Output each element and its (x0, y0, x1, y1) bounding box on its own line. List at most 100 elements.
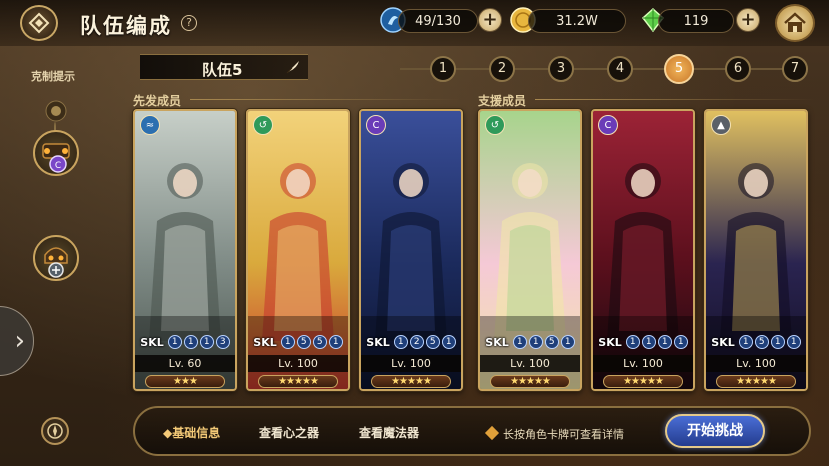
star-rating: ★★★★★ (258, 375, 338, 388)
skill-level-badge: 1 (512, 335, 527, 349)
team-tab-1[interactable]: 1 (430, 56, 456, 82)
character-card[interactable]: ↺ SKL 1 5 5 1 Lv. 100 ★★★★★ (246, 109, 350, 391)
character-level: Lv. 100 (480, 355, 580, 372)
wind-element-icon: ↺ (485, 115, 505, 135)
character-level: Lv. 100 (248, 355, 348, 372)
gold-value: 31.2W (556, 13, 598, 29)
character-level: Lv. 60 (135, 355, 235, 372)
skill-level-badge: 5 (544, 335, 559, 349)
skill-label: SKL (598, 335, 622, 349)
skill-label: SKL (711, 335, 735, 349)
skill-levels: SKL 1 1 1 3 (135, 333, 235, 351)
skill-level-badge: 1 (328, 335, 343, 349)
chevron-right-icon: › (14, 326, 25, 356)
character-level: Lv. 100 (361, 355, 461, 372)
tab-magic-artifact[interactable]: 查看魔法器 (359, 424, 419, 441)
skill-levels: SKL 1 1 5 1 (480, 333, 580, 351)
star-rating: ★★★★★ (371, 375, 451, 388)
skill-levels: SKL 1 5 5 1 (248, 333, 348, 351)
hint-sun-icon (45, 100, 67, 122)
dark-element-icon: C (598, 115, 618, 135)
character-card[interactable]: ▲ SKL 1 5 1 1 Lv. 100 ★★★★★ (704, 109, 808, 391)
character-card[interactable]: ≈ SKL 1 1 1 3 Lv. 60 ★★★ (133, 109, 237, 391)
back-button[interactable] (20, 5, 58, 41)
help-icon[interactable]: ? (181, 15, 197, 31)
skill-level-badge: 1 (441, 335, 456, 349)
skill-level-badge: 2 (409, 335, 424, 349)
light-element-icon: ▲ (711, 115, 731, 135)
left-expand-button[interactable]: › (0, 306, 34, 376)
starters-label: 先发成员 (133, 94, 182, 108)
skill-levels: SKL 1 1 1 1 (593, 333, 693, 351)
top-bar: 队伍编成 ? 49/130 + 31.2W 119 + (0, 0, 829, 46)
support-divider (535, 99, 815, 100)
skill-level-badge: 1 (199, 335, 214, 349)
team-name-banner: 队伍5 (140, 54, 308, 80)
add-stamina-button[interactable]: + (478, 8, 502, 32)
skill-level-badge: 1 (625, 335, 640, 349)
long-press-hint: 长按角色卡牌可查看详情 (503, 428, 624, 441)
skill-levels: SKL 1 2 5 1 (361, 333, 461, 351)
home-icon (784, 12, 806, 32)
skill-level-badge: 1 (528, 335, 543, 349)
character-card[interactable]: C SKL 1 2 5 1 Lv. 100 ★★★★★ (359, 109, 463, 391)
team-tab-3[interactable]: 3 (548, 56, 574, 82)
character-card[interactable]: C SKL 1 1 1 1 Lv. 100 ★★★★★ (591, 109, 695, 391)
skill-level-badge: 1 (167, 335, 182, 349)
team-tab-4[interactable]: 4 (607, 56, 633, 82)
character-card[interactable]: ↺ SKL 1 1 5 1 Lv. 100 ★★★★★ (478, 109, 582, 391)
stamina-counter: 49/130 (398, 9, 478, 33)
skill-level-badge: 1 (393, 335, 408, 349)
skill-level-badge: 1 (560, 335, 575, 349)
team-tab-5[interactable]: 5 (664, 54, 694, 84)
tab-basic-info[interactable]: ◆基础信息 (163, 424, 220, 441)
skill-level-badge: 1 (183, 335, 198, 349)
skill-level-badge: 5 (425, 335, 440, 349)
skill-label: SKL (366, 335, 390, 349)
star-rating: ★★★★★ (603, 375, 683, 388)
wind-element-icon: ↺ (253, 115, 273, 135)
skill-level-badge: 1 (280, 335, 295, 349)
skill-level-badge: 1 (786, 335, 801, 349)
gem-value: 119 (683, 13, 709, 29)
team-name: 队伍5 (202, 61, 243, 79)
skill-label: SKL (253, 335, 277, 349)
skill-label: SKL (485, 335, 509, 349)
skill-level-badge: 5 (296, 335, 311, 349)
gem-counter: 119 (658, 9, 734, 33)
star-rating: ★★★ (145, 375, 225, 388)
hint-diamond-icon (484, 425, 500, 441)
team-tabs: 1 2 3 4 5 6 7 (396, 54, 816, 84)
hint-element-light-icon[interactable] (33, 235, 79, 281)
home-button[interactable] (775, 4, 815, 42)
star-rating: ★★★★★ (490, 375, 570, 388)
back-diamond-icon (28, 12, 50, 34)
start-challenge-button[interactable]: 开始挑战 (665, 414, 765, 448)
stamina-value: 49/130 (415, 13, 461, 29)
team-tab-6[interactable]: 6 (725, 56, 751, 82)
star-rating: ★★★★★ (716, 375, 796, 388)
skill-level-badge: 1 (673, 335, 688, 349)
gold-counter: 31.2W (528, 9, 626, 33)
skill-level-badge: 5 (312, 335, 327, 349)
skill-level-badge: 1 (641, 335, 656, 349)
skill-label: SKL (140, 335, 164, 349)
bottom-bar: ◆基础信息 查看心之器 查看魔法器 长按角色卡牌可查看详情 开始挑战 (133, 406, 811, 456)
screen: 队伍编成 ? 49/130 + 31.2W 119 + 克制提示 C › 队伍5… (0, 0, 829, 466)
tab-heart-artifact[interactable]: 查看心之器 (259, 424, 319, 441)
rename-feather-icon[interactable] (284, 58, 302, 76)
skill-level-badge: 1 (738, 335, 753, 349)
team-tab-2[interactable]: 2 (489, 56, 515, 82)
svg-text:C: C (55, 161, 61, 171)
starters-divider (190, 99, 460, 100)
skill-level-badge: 1 (657, 335, 672, 349)
compass-icon (47, 423, 63, 439)
add-gem-button[interactable]: + (736, 8, 760, 32)
water-element-icon: ≈ (140, 115, 160, 135)
formation-settings-button[interactable] (41, 417, 69, 445)
team-tab-7[interactable]: 7 (782, 56, 808, 82)
support-label: 支援成员 (478, 94, 527, 108)
hint-element-wind-icon[interactable]: C (33, 130, 79, 176)
character-level: Lv. 100 (593, 355, 693, 372)
skill-level-badge: 5 (754, 335, 769, 349)
